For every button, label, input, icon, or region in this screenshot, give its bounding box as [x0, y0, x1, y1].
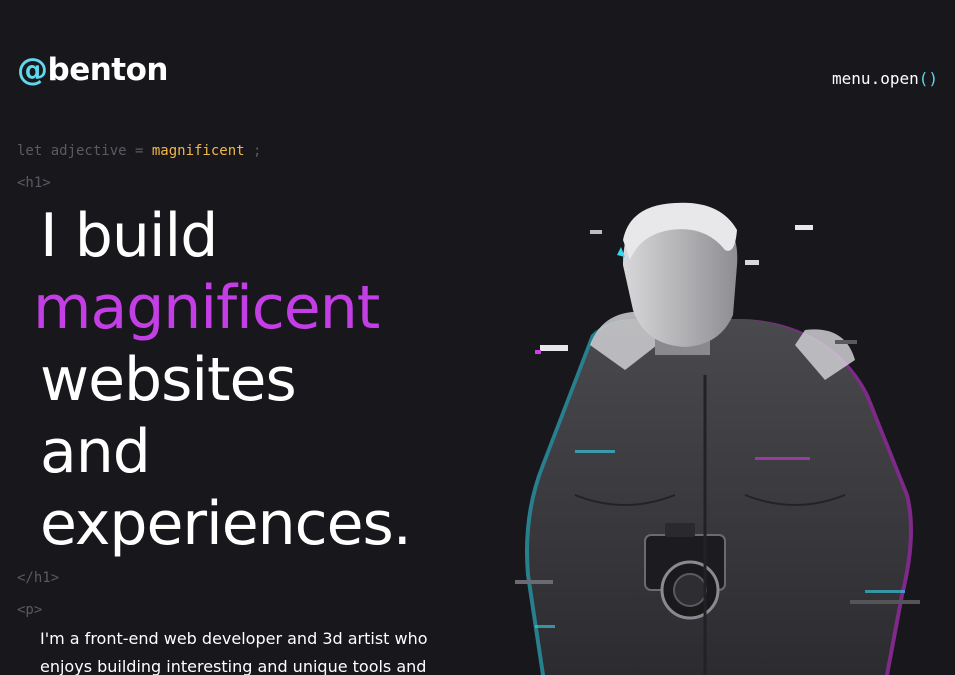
site-logo[interactable]: @benton: [17, 52, 168, 88]
menu-label: menu.open: [832, 69, 919, 88]
menu-parens: (): [918, 69, 938, 88]
logo-name: benton: [47, 52, 169, 88]
code-h1-open-tag: <h1>: [17, 175, 51, 191]
code-p-open-tag: <p>: [17, 602, 43, 618]
glitch-portrait-image: [515, 202, 920, 675]
logo-at-symbol: @: [17, 52, 48, 88]
code-let-prefix: let adjective =: [17, 143, 152, 159]
hero-line-4: and: [40, 417, 151, 487]
code-let-value: magnificent: [151, 143, 245, 159]
code-let-suffix: ;: [244, 143, 262, 159]
hero-line-1: I build: [40, 201, 218, 271]
hero-line-3: websites: [40, 345, 297, 415]
bio-paragraph: I'm a front-end web developer and 3d art…: [40, 629, 428, 675]
hero-line-5: experiences.: [40, 489, 412, 559]
menu-open-button[interactable]: menu.open(): [832, 69, 938, 88]
code-let-statement: let adjective = magnificent ;: [17, 143, 261, 159]
code-h1-close-tag: </h1>: [17, 570, 60, 586]
hero-line-2-adjective: magnificent: [33, 273, 380, 343]
